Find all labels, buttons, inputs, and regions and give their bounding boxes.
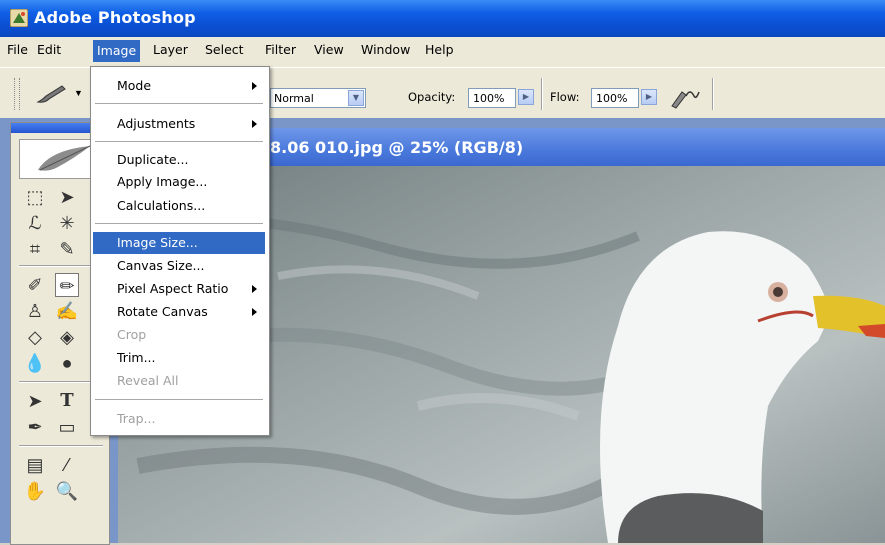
menu-item-label: Rotate Canvas bbox=[117, 304, 208, 319]
menu-item-adjustments[interactable]: Adjustments bbox=[93, 113, 265, 135]
submenu-arrow-icon bbox=[252, 82, 257, 90]
opacity-label: Opacity: bbox=[408, 90, 456, 104]
menu-item-trim[interactable]: Trim... bbox=[93, 347, 265, 369]
blend-mode-value: Normal bbox=[274, 92, 314, 105]
menu-view[interactable]: View bbox=[310, 37, 348, 67]
brush-preset-picker[interactable]: ▼ bbox=[28, 80, 88, 108]
pen-tool-icon[interactable]: ✒ bbox=[23, 415, 47, 439]
menu-item-label: Calculations... bbox=[117, 198, 206, 213]
menu-item-duplicate[interactable]: Duplicate... bbox=[93, 149, 265, 171]
flow-value: 100% bbox=[596, 92, 628, 105]
opacity-field[interactable]: 100% bbox=[468, 88, 516, 108]
menu-image[interactable]: Image bbox=[93, 40, 141, 62]
menu-item-crop: Crop bbox=[93, 324, 265, 346]
menu-select[interactable]: Select bbox=[201, 37, 248, 67]
opacity-slider-arrow-icon[interactable]: ▶ bbox=[518, 89, 534, 105]
brush-tool-icon[interactable]: ✏ bbox=[55, 273, 79, 297]
lasso-tool-icon[interactable]: ℒ bbox=[23, 211, 47, 235]
menu-item-label: Image Size... bbox=[117, 235, 198, 250]
menu-item-label: Duplicate... bbox=[117, 152, 189, 167]
menu-separator bbox=[95, 103, 263, 104]
dropdown-arrow-icon: ▼ bbox=[348, 90, 364, 106]
path-selection-tool-icon[interactable]: ➤ bbox=[23, 389, 47, 413]
magic-wand-tool-icon[interactable]: ✳ bbox=[55, 211, 79, 235]
flow-label: Flow: bbox=[550, 90, 580, 104]
menu-item-label: Trim... bbox=[117, 350, 156, 365]
submenu-arrow-icon bbox=[252, 285, 257, 293]
menu-item-trap: Trap... bbox=[93, 408, 265, 430]
slice-tool-icon[interactable]: ✎ bbox=[55, 237, 79, 261]
move-tool-icon[interactable]: ➤ bbox=[55, 185, 79, 209]
menu-item-label: Trap... bbox=[117, 411, 156, 426]
flow-field[interactable]: 100% bbox=[591, 88, 639, 108]
marquee-tool-icon[interactable]: ⬚ bbox=[23, 185, 47, 209]
history-brush-tool-icon[interactable]: ✍ bbox=[55, 299, 79, 323]
menu-item-reveal-all: Reveal All bbox=[93, 370, 265, 392]
rectangle-tool-icon[interactable]: ▭ bbox=[55, 415, 79, 439]
brush-icon bbox=[36, 85, 66, 103]
menu-item-label: Pixel Aspect Ratio bbox=[117, 281, 229, 296]
menu-item-pixel-aspect-ratio[interactable]: Pixel Aspect Ratio bbox=[93, 278, 265, 300]
menu-item-calculations[interactable]: Calculations... bbox=[93, 195, 265, 217]
document-title: 8.06 010.jpg @ 25% (RGB/8) bbox=[270, 138, 524, 157]
healing-brush-tool-icon[interactable]: ✐ bbox=[23, 273, 47, 297]
blend-mode-select[interactable]: Normal ▼ bbox=[270, 88, 366, 108]
submenu-arrow-icon bbox=[252, 120, 257, 128]
menu-bar: File Edit Image Layer Select Filter View… bbox=[0, 37, 885, 67]
blur-tool-icon[interactable]: 💧 bbox=[23, 351, 47, 375]
eraser-tool-icon[interactable]: ◇ bbox=[23, 325, 47, 349]
menu-item-label: Apply Image... bbox=[117, 174, 208, 189]
menu-item-mode[interactable]: Mode bbox=[93, 75, 265, 97]
dodge-tool-icon[interactable]: ● bbox=[55, 351, 79, 375]
menu-item-image-size[interactable]: Image Size... bbox=[93, 232, 265, 254]
hand-tool-icon[interactable]: ✋ bbox=[23, 479, 47, 503]
menu-item-apply-image[interactable]: Apply Image... bbox=[93, 171, 265, 193]
clone-stamp-tool-icon[interactable]: ♙ bbox=[23, 299, 47, 323]
menu-item-rotate-canvas[interactable]: Rotate Canvas bbox=[93, 301, 265, 323]
options-bar-grip bbox=[14, 78, 20, 110]
menu-edit[interactable]: Edit bbox=[33, 37, 65, 67]
menu-item-canvas-size[interactable]: Canvas Size... bbox=[93, 255, 265, 277]
menu-item-label: Mode bbox=[117, 78, 152, 93]
zoom-tool-icon[interactable]: 🔍 bbox=[55, 479, 79, 503]
paint-bucket-tool-icon[interactable]: ◈ bbox=[55, 325, 79, 349]
type-tool-icon[interactable]: T bbox=[55, 389, 79, 413]
menu-window[interactable]: Window bbox=[357, 37, 414, 67]
eyedropper-tool-icon[interactable]: ⁄ bbox=[55, 453, 79, 477]
options-divider bbox=[541, 78, 543, 110]
menu-separator bbox=[95, 399, 263, 400]
options-divider bbox=[712, 78, 714, 110]
photoshop-logo-icon bbox=[10, 9, 28, 27]
notes-tool-icon[interactable]: ▤ bbox=[23, 453, 47, 477]
image-menu-dropdown: Mode Adjustments Duplicate... Apply Imag… bbox=[90, 66, 270, 436]
airbrush-icon[interactable] bbox=[668, 84, 702, 110]
menu-file[interactable]: File bbox=[3, 37, 32, 67]
menu-separator bbox=[95, 141, 263, 142]
submenu-arrow-icon bbox=[252, 308, 257, 316]
menu-separator bbox=[95, 223, 263, 224]
window-title: Adobe Photoshop bbox=[34, 8, 196, 27]
chevron-down-icon: ▼ bbox=[74, 88, 83, 98]
title-bar: Adobe Photoshop bbox=[0, 0, 885, 37]
menu-filter[interactable]: Filter bbox=[261, 37, 300, 67]
crop-tool-icon[interactable]: ⌗ bbox=[23, 237, 47, 261]
flow-slider-arrow-icon[interactable]: ▶ bbox=[641, 89, 657, 105]
menu-help[interactable]: Help bbox=[421, 37, 458, 67]
opacity-value: 100% bbox=[473, 92, 505, 105]
menu-item-label: Reveal All bbox=[117, 373, 179, 388]
menu-item-label: Crop bbox=[117, 327, 147, 342]
menu-item-label: Adjustments bbox=[117, 116, 196, 131]
menu-item-label: Canvas Size... bbox=[117, 258, 205, 273]
menu-layer[interactable]: Layer bbox=[149, 37, 192, 67]
